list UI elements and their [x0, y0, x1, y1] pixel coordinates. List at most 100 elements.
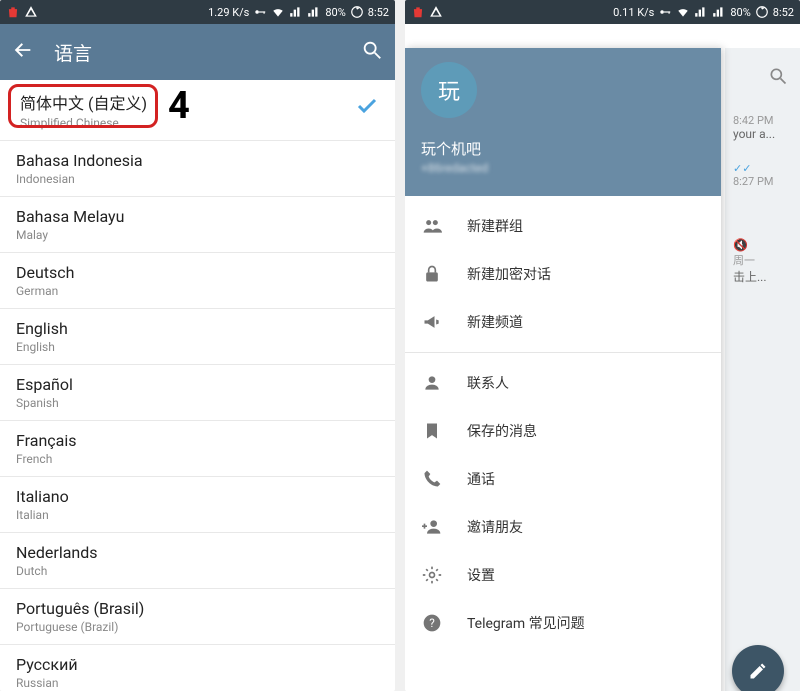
pencil-icon: [748, 661, 768, 681]
drawer-container: 8:42 PM your a... ✓✓ 8:27 PM 🔇 周一 击上... …: [405, 24, 800, 691]
gear-icon: [421, 564, 443, 586]
search-button[interactable]: [361, 39, 383, 65]
language-item[interactable]: Nederlands Dutch: [0, 533, 395, 589]
menu-new-group[interactable]: 新建群组: [405, 202, 721, 250]
help-icon: ?: [421, 612, 443, 634]
menu-invite-friends[interactable]: 邀请朋友: [405, 503, 721, 551]
person-icon: [421, 372, 443, 394]
group-icon: [421, 215, 443, 237]
menu-label: 新建群组: [467, 216, 523, 236]
language-item[interactable]: Deutsch German: [0, 253, 395, 309]
clock: 8:52: [368, 6, 389, 19]
language-subtitle: English: [16, 340, 379, 354]
warning-icon: [429, 5, 443, 19]
signal-icon: [289, 5, 303, 19]
wifi-icon: [676, 5, 690, 19]
key-icon: [658, 5, 672, 19]
account-name: 玩个机吧: [421, 138, 705, 159]
language-name: Bahasa Indonesia: [16, 151, 379, 170]
page-title: 语言: [54, 39, 361, 66]
language-list[interactable]: 4 简体中文 (自定义) Simplified Chinese Bahasa I…: [0, 80, 395, 691]
menu-contacts[interactable]: 联系人: [405, 359, 721, 407]
language-subtitle: Indonesian: [16, 172, 379, 186]
status-bar: 1.29 K/s 80% 8:52: [0, 0, 395, 24]
step-number: 4: [168, 84, 190, 128]
back-button[interactable]: [12, 39, 34, 65]
chat-text: 击上...: [733, 270, 767, 284]
language-name: Português (Brasil): [16, 599, 379, 618]
svg-text:?: ?: [429, 616, 435, 630]
language-item[interactable]: Français French: [0, 421, 395, 477]
shopping-bag-icon: [411, 5, 425, 19]
language-subtitle: French: [16, 452, 379, 466]
chat-preview[interactable]: ✓✓ 8:27 PM: [725, 151, 800, 198]
battery-saver-icon: [755, 5, 769, 19]
menu-label: 设置: [467, 565, 495, 585]
menu-new-channel[interactable]: 新建频道: [405, 298, 721, 346]
menu-new-secret-chat[interactable]: 新建加密对话: [405, 250, 721, 298]
bookmark-icon: [421, 420, 443, 442]
signal-icon-2: [307, 5, 321, 19]
language-item[interactable]: Русский Russian: [0, 645, 395, 691]
chat-time: 8:27 PM: [733, 175, 792, 188]
person-add-icon: [421, 516, 443, 538]
menu-settings[interactable]: 设置: [405, 551, 721, 599]
signal-icon: [694, 5, 708, 19]
language-subtitle: Portuguese (Brazil): [16, 620, 379, 634]
compose-fab[interactable]: [732, 645, 784, 691]
megaphone-icon: [421, 311, 443, 333]
signal-icon-2: [712, 5, 726, 19]
menu-saved-messages[interactable]: 保存的消息: [405, 407, 721, 455]
language-name: Français: [16, 431, 379, 450]
app-bar: 语言: [0, 24, 395, 80]
language-name: 简体中文 (自定义): [20, 90, 379, 114]
network-speed: 0.11 K/s: [613, 6, 654, 19]
menu-faq[interactable]: ? Telegram 常见问题: [405, 599, 721, 647]
battery-percent: 80%: [325, 6, 345, 19]
menu-label: 联系人: [467, 373, 509, 393]
warning-icon: [24, 5, 38, 19]
language-name: Español: [16, 375, 379, 394]
shopping-bag-icon: [6, 5, 20, 19]
navigation-drawer: 玩 玩个机吧 +86redacted 新建群组 新建加密对话 新建频道: [405, 48, 721, 691]
menu-calls[interactable]: 通话: [405, 455, 721, 503]
language-subtitle: Russian: [16, 676, 379, 690]
language-subtitle: Spanish: [16, 396, 379, 410]
divider: [405, 352, 721, 353]
language-name: English: [16, 319, 379, 338]
menu-label: 新建加密对话: [467, 264, 551, 284]
language-item[interactable]: Italiano Italian: [0, 477, 395, 533]
language-item-simplified-chinese[interactable]: 4 简体中文 (自定义) Simplified Chinese: [0, 80, 395, 141]
language-item[interactable]: Bahasa Indonesia Indonesian: [0, 141, 395, 197]
language-name: Italiano: [16, 487, 379, 506]
menu-label: 新建频道: [467, 312, 523, 332]
lock-icon: [421, 263, 443, 285]
language-item[interactable]: Español Spanish: [0, 365, 395, 421]
chat-preview[interactable]: 🔇 周一 击上...: [725, 228, 800, 295]
chat-preview[interactable]: 8:42 PM your a...: [725, 104, 800, 151]
menu-label: 保存的消息: [467, 421, 537, 441]
drawer-menu: 新建群组 新建加密对话 新建频道 联系人 保存的消息: [405, 196, 721, 647]
clock: 8:52: [773, 6, 794, 19]
call-icon: [421, 468, 443, 490]
language-subtitle: Dutch: [16, 564, 379, 578]
network-speed: 1.29 K/s: [208, 6, 249, 19]
language-item[interactable]: Português (Brasil) Portuguese (Brazil): [0, 589, 395, 645]
drawer-header: 玩 玩个机吧 +86redacted: [405, 48, 721, 196]
avatar[interactable]: 玩: [421, 62, 477, 118]
phone-left: 1.29 K/s 80% 8:52 语言 4 简体中文 (自定义) Simpli…: [0, 0, 395, 691]
chat-time: 8:42 PM: [733, 114, 792, 127]
language-subtitle: Simplified Chinese: [20, 116, 379, 130]
language-name: Bahasa Melayu: [16, 207, 379, 226]
language-name: Nederlands: [16, 543, 379, 562]
chat-time: 周一: [733, 252, 792, 268]
language-item[interactable]: English English: [0, 309, 395, 365]
language-item[interactable]: Bahasa Melayu Malay: [0, 197, 395, 253]
language-name: Русский: [16, 655, 379, 674]
avatar-text: 玩: [438, 74, 460, 106]
account-phone: +86redacted: [421, 161, 705, 175]
menu-label: Telegram 常见问题: [467, 613, 585, 633]
search-icon[interactable]: [768, 66, 788, 90]
chat-list-background: 8:42 PM your a... ✓✓ 8:27 PM 🔇 周一 击上...: [725, 48, 800, 691]
language-subtitle: Italian: [16, 508, 379, 522]
